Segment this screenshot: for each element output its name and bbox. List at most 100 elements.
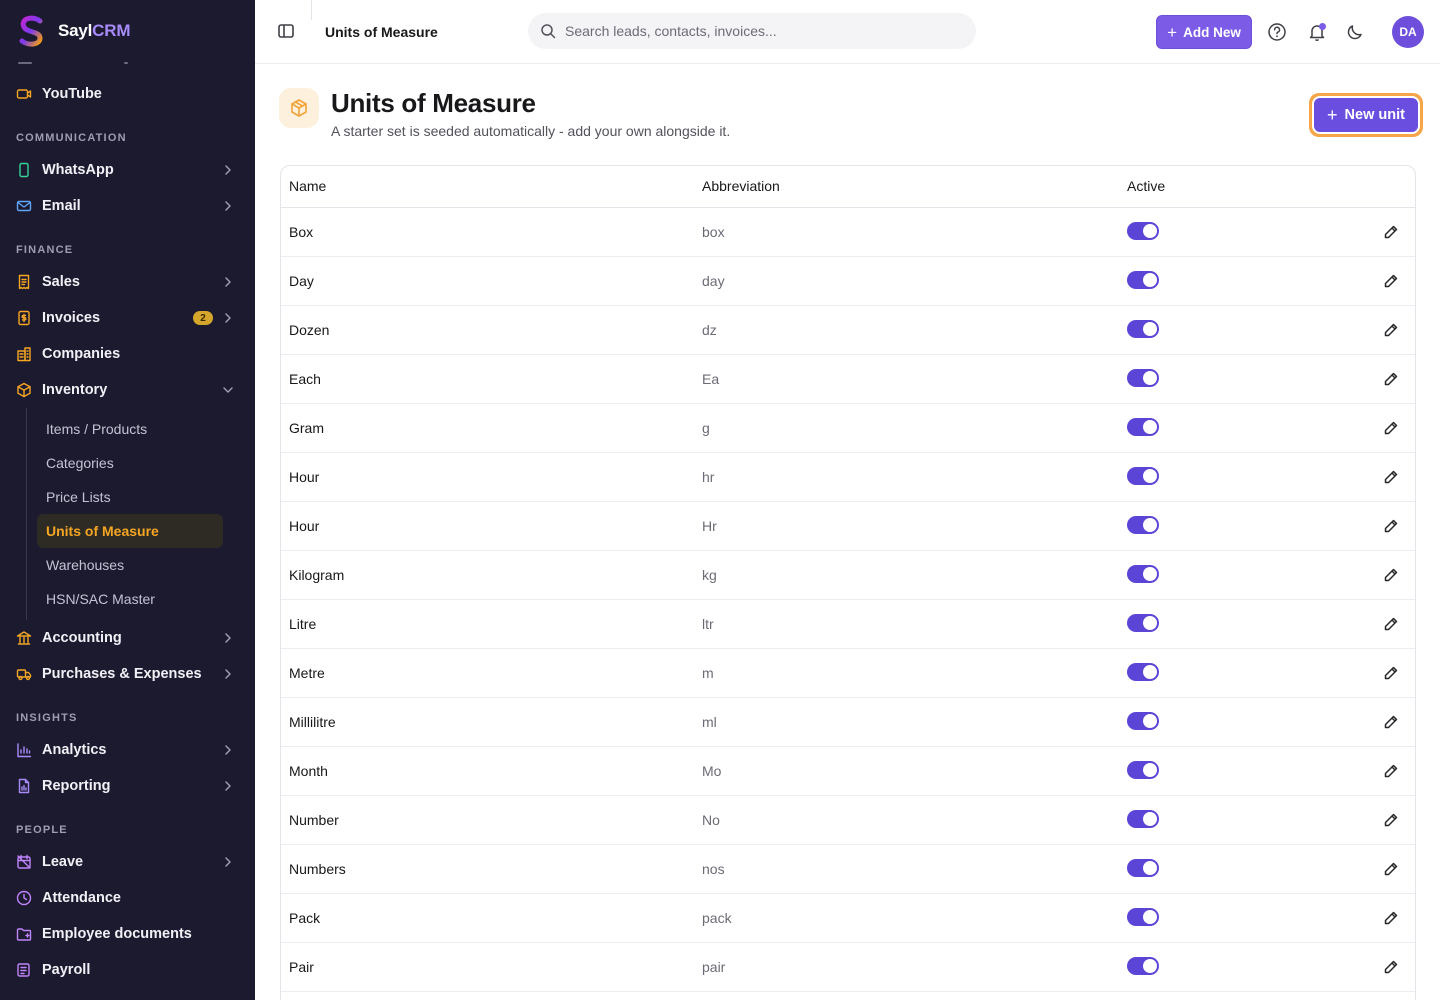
table-row: Kilogram kg bbox=[281, 550, 1415, 600]
chevron-right-icon bbox=[225, 669, 231, 679]
pencil-icon[interactable] bbox=[1383, 567, 1399, 583]
pencil-icon[interactable] bbox=[1383, 665, 1399, 681]
table-body: Box box Day day Dozen dz Each Ea Gram g Hour hr Hour… bbox=[281, 207, 1415, 992]
active-toggle[interactable] bbox=[1127, 516, 1159, 535]
active-toggle[interactable] bbox=[1127, 614, 1159, 633]
edit-cell bbox=[1359, 207, 1415, 257]
sidebar-item-attendance[interactable]: Attendance bbox=[0, 880, 255, 916]
unit-abbreviation: day bbox=[694, 256, 1119, 306]
pencil-icon[interactable] bbox=[1383, 420, 1399, 436]
active-cell bbox=[1119, 697, 1359, 747]
pencil-icon[interactable] bbox=[1383, 812, 1399, 828]
table-row: Numbers nos bbox=[281, 844, 1415, 894]
sidebar-item-whatsapp[interactable]: WhatsApp bbox=[0, 152, 255, 188]
edit-cell bbox=[1359, 550, 1415, 600]
table-header-row: Name Abbreviation Active bbox=[281, 166, 1415, 208]
active-cell bbox=[1119, 648, 1359, 698]
submenu-item-price-lists[interactable]: Price Lists bbox=[37, 480, 223, 514]
pencil-icon[interactable] bbox=[1383, 469, 1399, 485]
pencil-icon[interactable] bbox=[1383, 714, 1399, 730]
active-toggle[interactable] bbox=[1127, 320, 1159, 339]
search-input[interactable] bbox=[565, 23, 945, 39]
edit-cell bbox=[1359, 354, 1415, 404]
active-toggle[interactable] bbox=[1127, 810, 1159, 829]
sidebar-item-payroll[interactable]: Payroll bbox=[0, 952, 255, 988]
sidebar-item-analytics[interactable]: Analytics bbox=[0, 732, 255, 768]
chevron-right-icon bbox=[225, 781, 231, 791]
brand[interactable]: SaylCRM bbox=[0, 0, 255, 62]
active-toggle[interactable] bbox=[1127, 712, 1159, 731]
pencil-icon[interactable] bbox=[1383, 861, 1399, 877]
active-toggle[interactable] bbox=[1127, 418, 1159, 437]
sidebar-item-youtube[interactable]: YouTube bbox=[0, 76, 255, 112]
sidebar-item-label: Reporting bbox=[42, 778, 111, 794]
active-toggle[interactable] bbox=[1127, 957, 1159, 976]
sidebar-item-accounting[interactable]: Accounting bbox=[0, 620, 255, 656]
pencil-icon[interactable] bbox=[1383, 518, 1399, 534]
chevron-right-icon bbox=[225, 633, 231, 643]
active-toggle[interactable] bbox=[1127, 222, 1159, 241]
sidebar-item-label: Invoices bbox=[42, 310, 101, 326]
unit-name: Millilitre bbox=[281, 697, 694, 747]
unit-name: Pack bbox=[281, 893, 694, 943]
moon-icon[interactable] bbox=[1345, 22, 1365, 42]
sidebar-item-employee-documents[interactable]: Employee documents bbox=[0, 916, 255, 952]
app-root: SaylCRM YouTube COMMUNICATION WhatsApp Emai… bbox=[0, 0, 1440, 1000]
edit-cell bbox=[1359, 795, 1415, 845]
submenu-item-hsn-sac-master[interactable]: HSN/SAC Master bbox=[37, 582, 223, 616]
unit-name: Hour bbox=[281, 501, 694, 551]
active-toggle[interactable] bbox=[1127, 859, 1159, 878]
active-toggle[interactable] bbox=[1127, 908, 1159, 927]
add-new-button[interactable]: + Add New bbox=[1156, 15, 1252, 49]
sidebar-item-email[interactable]: Email bbox=[0, 188, 255, 224]
active-cell bbox=[1119, 746, 1359, 796]
section-title-finance: FINANCE bbox=[16, 244, 74, 256]
units-table: Name Abbreviation Active Box box Day day Doz… bbox=[281, 166, 1415, 992]
active-toggle[interactable] bbox=[1127, 565, 1159, 584]
sidebar-item-purchases-expenses[interactable]: Purchases & Expenses bbox=[0, 656, 255, 692]
active-toggle[interactable] bbox=[1127, 271, 1159, 290]
unit-abbreviation: g bbox=[694, 403, 1119, 453]
unit-abbreviation: Ea bbox=[694, 354, 1119, 404]
active-toggle[interactable] bbox=[1127, 663, 1159, 682]
sidebar-item-leave[interactable]: Leave bbox=[0, 844, 255, 880]
active-toggle[interactable] bbox=[1127, 761, 1159, 780]
active-toggle[interactable] bbox=[1127, 467, 1159, 486]
submenu-item-units-of-measure[interactable]: Units of Measure bbox=[37, 514, 223, 548]
phone-icon bbox=[16, 162, 32, 178]
unit-abbreviation: ltr bbox=[694, 599, 1119, 649]
units-table-card: Name Abbreviation Active Box box Day day Doz… bbox=[280, 165, 1416, 1000]
unit-abbreviation: Mo bbox=[694, 746, 1119, 796]
edit-cell bbox=[1359, 648, 1415, 698]
edit-cell bbox=[1359, 305, 1415, 355]
calendar-off-icon bbox=[16, 854, 32, 870]
edit-cell bbox=[1359, 452, 1415, 502]
sidebar-item-invoices[interactable]: Invoices 2 bbox=[0, 300, 255, 336]
sidebar-item-sales[interactable]: Sales bbox=[0, 264, 255, 300]
submenu-item-warehouses[interactable]: Warehouses bbox=[37, 548, 223, 582]
help-icon[interactable] bbox=[1267, 22, 1287, 42]
sidebar-item-inventory[interactable]: Inventory bbox=[0, 372, 255, 408]
submenu-item-categories[interactable]: Categories bbox=[37, 446, 223, 480]
pencil-icon[interactable] bbox=[1383, 910, 1399, 926]
pencil-icon[interactable] bbox=[1383, 959, 1399, 975]
invoices-count-badge: 2 bbox=[193, 311, 213, 325]
pencil-icon[interactable] bbox=[1383, 763, 1399, 779]
user-avatar[interactable]: DA bbox=[1392, 16, 1424, 48]
active-toggle[interactable] bbox=[1127, 369, 1159, 388]
submenu-item-items-products[interactable]: Items / Products bbox=[37, 412, 223, 446]
active-cell bbox=[1119, 550, 1359, 600]
sidebar-toggle-icon[interactable] bbox=[277, 22, 295, 40]
pencil-icon[interactable] bbox=[1383, 224, 1399, 240]
pencil-icon[interactable] bbox=[1383, 273, 1399, 289]
pencil-icon[interactable] bbox=[1383, 371, 1399, 387]
sidebar-item-companies[interactable]: Companies bbox=[0, 336, 255, 372]
sidebar: SaylCRM YouTube COMMUNICATION WhatsApp Emai… bbox=[0, 0, 255, 1000]
sidebar-item-reporting[interactable]: Reporting bbox=[0, 768, 255, 804]
new-unit-button[interactable]: + New unit bbox=[1312, 96, 1420, 134]
edit-cell bbox=[1359, 942, 1415, 992]
pencil-icon[interactable] bbox=[1383, 616, 1399, 632]
pencil-icon[interactable] bbox=[1383, 322, 1399, 338]
global-search[interactable] bbox=[528, 13, 976, 49]
unit-abbreviation: box bbox=[694, 207, 1119, 257]
